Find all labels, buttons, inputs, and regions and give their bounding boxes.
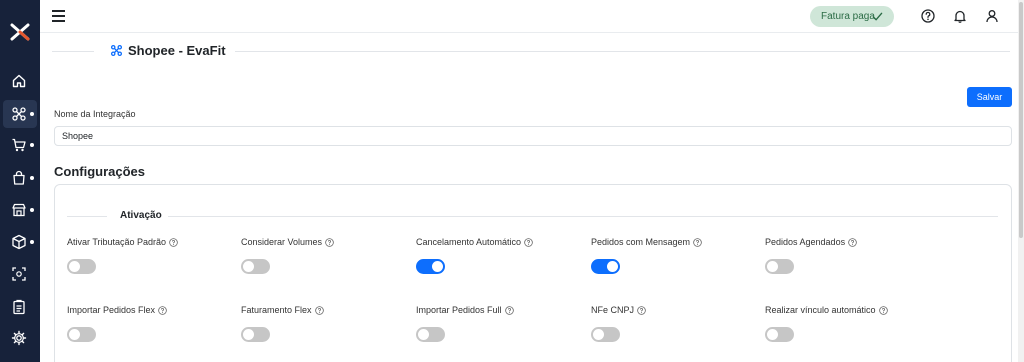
sidebar-item-orders[interactable] [0,164,40,192]
help-icon[interactable] [637,305,646,315]
option-toggle[interactable] [765,327,794,342]
cart-icon [12,138,26,152]
option-toggle[interactable] [416,259,445,274]
store-icon [12,203,26,217]
sidebar-item-settings[interactable] [0,324,40,352]
integration-name-label: Nome da Integração [54,109,136,119]
option-label-text: Realizar vínculo automático [765,305,876,315]
help-icon[interactable] [848,237,857,247]
option-label: Realizar vínculo automático [765,305,888,315]
scrollbar-thumb[interactable] [1019,2,1023,238]
sidebar-item-products[interactable] [0,228,40,256]
sidebar [0,0,40,362]
sidebar-item-scan[interactable] [0,260,40,288]
toggle-knob [243,261,254,272]
sidebar-expand-dot [30,208,34,212]
option-label-text: Faturamento Flex [241,305,312,315]
option-label-text: Importar Pedidos Flex [67,305,156,315]
option-toggle[interactable] [67,327,96,342]
integrations-icon [110,44,123,57]
page-title-text: Shopee - EvaFit [128,43,226,58]
config-title: Configurações [54,164,146,179]
header-divider [52,51,94,52]
toggle-knob [432,261,443,272]
option-toggle[interactable] [591,327,620,342]
option-label: Importar Pedidos Flex [67,305,167,315]
config-card [54,184,1012,362]
scan-icon [12,267,26,281]
section-divider [67,216,107,217]
option-label: Ativar Tributação Padrão [67,237,178,247]
help-icon[interactable] [158,305,167,315]
toggle-knob [243,329,254,340]
gear-icon [11,330,27,346]
option-label-text: Considerar Volumes [241,237,323,247]
option-label-text: Cancelamento Automático [416,237,522,247]
page-title: Shopee - EvaFit [110,43,226,58]
option-label: Cancelamento Automático [416,237,533,247]
home-icon [12,74,26,88]
help-icon[interactable] [921,9,935,23]
help-icon[interactable] [169,237,178,247]
help-icon[interactable] [314,305,324,315]
option-toggle[interactable] [241,327,270,342]
bell-icon[interactable] [953,9,967,23]
option-toggle[interactable] [416,327,445,342]
toggle-knob [69,261,80,272]
sidebar-expand-dot [30,112,34,116]
sidebar-expand-dot [30,143,34,147]
page-scrollbar[interactable] [1018,0,1024,362]
clipboard-icon [13,299,25,315]
option-label: NFe CNPJ [591,305,646,315]
option-label: Considerar Volumes [241,237,334,247]
save-button[interactable]: Salvar [967,87,1012,107]
help-icon[interactable] [325,237,334,247]
help-icon[interactable] [504,305,514,315]
help-icon[interactable] [878,305,888,315]
topbar: Fatura paga [40,0,1018,33]
sidebar-item-store[interactable] [0,196,40,224]
toggle-knob [767,261,778,272]
invoice-status-label: Fatura paga [821,11,875,22]
toggle-knob [767,329,778,340]
option-label-text: Pedidos com Mensagem [591,237,691,247]
sidebar-item-home[interactable] [0,67,40,95]
user-icon[interactable] [985,9,999,23]
help-icon[interactable] [693,237,702,247]
sidebar-expand-dot [30,176,34,180]
help-icon[interactable] [524,237,533,247]
app-logo[interactable] [9,21,31,43]
option-label: Pedidos com Mensagem [591,237,702,247]
check-icon [872,12,883,21]
section-divider [168,216,998,217]
sidebar-item-integrations[interactable] [3,100,37,128]
shopping-bag-icon [13,170,25,185]
toggle-knob [418,329,429,340]
option-toggle[interactable] [67,259,96,274]
toggle-knob [69,329,80,340]
option-label: Faturamento Flex [241,305,324,315]
option-label-text: Importar Pedidos Full [416,305,502,315]
toggle-knob [593,329,604,340]
option-label-text: Pedidos Agendados [765,237,846,247]
option-label-text: NFe CNPJ [591,305,635,315]
integrations-icon [12,107,26,121]
option-toggle[interactable] [591,259,620,274]
sidebar-item-reports[interactable] [0,293,40,321]
option-label: Pedidos Agendados [765,237,857,247]
sidebar-item-cart[interactable] [0,131,40,159]
invoice-status-badge[interactable]: Fatura paga [810,6,894,27]
activation-section-title: Ativação [120,210,162,221]
toggle-knob [607,261,618,272]
option-label-text: Ativar Tributação Padrão [67,237,167,247]
option-toggle[interactable] [765,259,794,274]
integration-name-input[interactable] [54,126,1012,146]
box-icon [12,234,26,250]
header-divider [235,51,1010,52]
sidebar-expand-dot [30,240,34,244]
option-toggle[interactable] [241,259,270,274]
menu-icon[interactable] [52,10,65,22]
option-label: Importar Pedidos Full [416,305,514,315]
